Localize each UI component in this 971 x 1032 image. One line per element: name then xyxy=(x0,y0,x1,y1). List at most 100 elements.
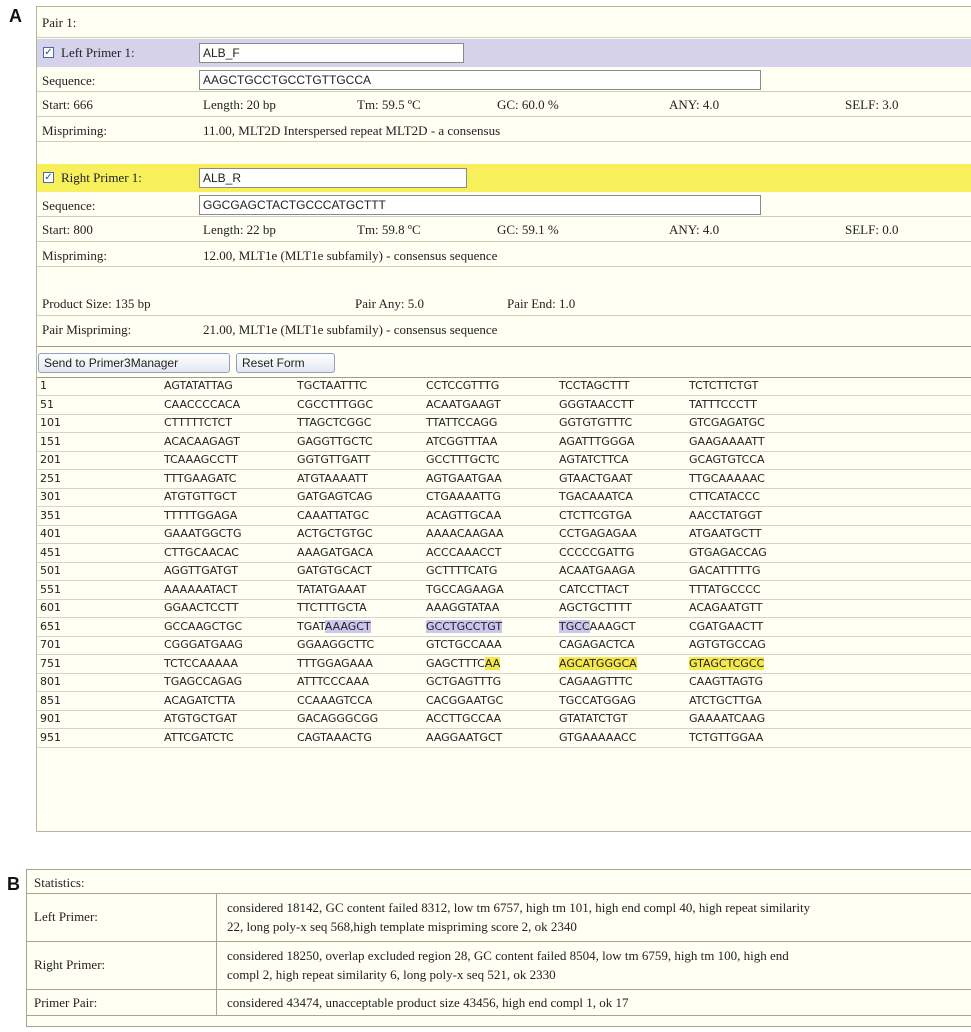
sequence-position: 651 xyxy=(40,619,61,633)
sequence-block: CAAGTTAGTG xyxy=(689,675,764,688)
right-gc: GC: 59.1 % xyxy=(497,222,559,237)
right-sequence-label: Sequence: xyxy=(42,198,96,213)
pair-title-row: Pair 1: xyxy=(37,7,971,38)
sequence-block: AGATTTGGGA xyxy=(559,434,635,448)
sequence-block: ACCCAAACCT xyxy=(426,545,502,559)
sequence-block: TTTGGAGAAA xyxy=(297,656,373,670)
sequence-block: GGAAGGCTTC xyxy=(297,638,375,651)
sequence-row: 651 GCCAAGCTGC TGATAAAGCT GCCTGCCTGT TGCCAAA… xyxy=(37,619,971,637)
sequence-block: GCCTTTGCTC xyxy=(426,453,500,466)
statistics-panel: Statistics: Left Primer: considered 1814… xyxy=(26,869,971,1027)
sequence-block: GGGTAACCTT xyxy=(559,397,634,411)
sequence-block: GAGGTTGCTC xyxy=(297,434,373,448)
sequence-block: GCTTTTCATG xyxy=(426,564,498,577)
product-row: Product Size: 135 bp Pair Any: 5.0 Pair … xyxy=(37,291,971,316)
left-primer-name-input[interactable]: ALB_F xyxy=(199,43,464,63)
right-sequence-input[interactable]: GGCGAGCTACTGCCCATGCTTT xyxy=(199,195,761,215)
sequence-block: AACCTATGGT xyxy=(689,508,763,522)
sequence-position: 201 xyxy=(40,453,61,466)
reset-form-button[interactable]: Reset Form xyxy=(236,353,335,373)
left-sequence-input[interactable]: AAGCTGCCTGCCTGTTGCCA xyxy=(199,70,761,90)
sequence-position: 1 xyxy=(40,379,47,392)
left-gc: GC: 60.0 % xyxy=(497,97,559,112)
left-length: Length: 20 bp xyxy=(203,97,276,112)
sequence-block: GTAGCTCGCC xyxy=(689,656,765,670)
right-mispriming-label: Mispriming: xyxy=(42,248,108,263)
sequence-block: AGTATCTTCA xyxy=(559,453,629,466)
sequence-block: ACAGATCTTA xyxy=(164,693,236,707)
right-stats-row: Start: 800 Length: 22 bp Tm: 59.8 ºC GC:… xyxy=(37,217,971,242)
sequence-block: CGATGAACTT xyxy=(689,619,764,633)
sequence-block: CCAAAGTCCA xyxy=(297,693,373,707)
sequence-block: GGAACTCCTT xyxy=(164,601,239,614)
sequence-row: 801 TGAGCCAGAG ATTTCCCAAA GCTGAGTTTG CAGAAGT… xyxy=(37,674,971,692)
sequence-row: 251 TTTGAAGATC ATGTAAAATT AGTGAATGAA GTAACTG… xyxy=(37,471,971,489)
sequence-block: CAGAGACTCA xyxy=(559,638,635,651)
sequence-block: CTTCATACCC xyxy=(689,490,760,503)
sequence-block: ATCTGCTTGA xyxy=(689,693,762,707)
sequence-row: 501 AGGTTGATGT GATGTGCACT GCTTTTCATG ACAATGA… xyxy=(37,563,971,581)
sequence-block: TATATGAAAT xyxy=(297,582,367,596)
pair-mispriming-row: Pair Mispriming: 21.00, MLT1e (MLT1e sub… xyxy=(37,316,971,347)
primer-pair-panel: Pair 1: ✓ Left Primer 1: ALB_F Sequence:… xyxy=(36,6,971,832)
sequence-block: TGCCAGAAGA xyxy=(426,582,504,596)
sequence-block: GTCTGCCAAA xyxy=(426,638,502,651)
stats-right-primer-line2: compl 2, high repeat similarity 6, long … xyxy=(227,967,556,982)
right-sequence-row: Sequence: GGCGAGCTACTGCCCATGCTTT xyxy=(37,192,971,217)
sequence-position: 551 xyxy=(40,582,61,596)
sequence-row: 101 CTTTTTCTCT TTAGCTCGGC TTATTCCAGG GGTGTGT… xyxy=(37,415,971,433)
sequence-block: TTTGAAGATC xyxy=(164,471,237,485)
right-primer-checkbox[interactable]: ✓ xyxy=(43,172,54,183)
sequence-block: ACTGCTGTGC xyxy=(297,527,373,540)
sequence-block: ACAATGAAGT xyxy=(426,397,501,411)
panel-label-b: B xyxy=(7,874,20,894)
sequence-block: CCTCCGTTTG xyxy=(426,379,500,392)
sequence-row: 1 AGTATATTAG TGCTAATTTC CCTCCGTTTG TCCTAGCTT… xyxy=(37,378,971,396)
sequence-position: 501 xyxy=(40,564,61,577)
stats-primer-pair-row: Primer Pair: considered 43474, unaccepta… xyxy=(27,990,971,1016)
sequence-block: TCTGTTGGAA xyxy=(689,730,764,744)
left-primer-header: ✓ Left Primer 1: ALB_F xyxy=(37,39,971,67)
send-to-primer3manager-button[interactable]: Send to Primer3Manager xyxy=(38,353,230,373)
sequence-block: GTGAAAAACC xyxy=(559,730,637,744)
sequence-block: TCAAAGCCTT xyxy=(164,453,238,466)
sequence-block: ATGTGTTGCT xyxy=(164,490,237,503)
right-primer-name-input[interactable]: ALB_R xyxy=(199,168,467,188)
sequence-position: 451 xyxy=(40,545,61,559)
sequence-row: 701 CGGGATGAAG GGAAGGCTTC GTCTGCCAAA CAGAGAC… xyxy=(37,637,971,655)
sequence-block: ACCTTGCCAA xyxy=(426,712,502,725)
sequence-block: CTCTTCGTGA xyxy=(559,508,632,522)
sequence-block: CAGAAGTTTC xyxy=(559,675,633,688)
sequence-block: CTGAAAATTG xyxy=(426,490,501,503)
sequence-block: TGAGCCAGAG xyxy=(164,675,243,688)
sequence-block: ATTTCCCAAA xyxy=(297,675,370,688)
sequence-block: AGTGAATGAA xyxy=(426,471,502,485)
sequence-row: 951 ATTCGATCTC CAGTAAACTG AAGGAATGCT GTGAAAA… xyxy=(37,730,971,748)
sequence-position: 351 xyxy=(40,508,61,522)
sequence-block: CAGTAAACTG xyxy=(297,730,372,744)
sequence-block: GCCTGCCTGT xyxy=(426,619,503,633)
sequence-block: GTAACTGAAT xyxy=(559,471,633,485)
sequence-table: 1 AGTATATTAG TGCTAATTTC CCTCCGTTTG TCCTAGCTT… xyxy=(37,377,971,748)
left-primer-checkbox[interactable]: ✓ xyxy=(43,47,54,58)
sequence-block: AAGGAATGCT xyxy=(426,730,503,744)
right-start: Start: 800 xyxy=(42,222,93,237)
sequence-block: ATGTGCTGAT xyxy=(164,712,238,725)
sequence-position: 601 xyxy=(40,601,61,614)
sequence-block: ATTCGATCTC xyxy=(164,730,234,744)
left-mispriming-value: 11.00, MLT2D Interspersed repeat MLT2D -… xyxy=(203,123,501,138)
sequence-block: GATGTGCACT xyxy=(297,564,372,577)
sequence-row: 751 TCTCCAAAAA TTTGGAGAAA GAGCTTTCAA AGCATGG… xyxy=(37,656,971,674)
right-any: ANY: 4.0 xyxy=(669,222,720,237)
left-tm: Tm: 59.5 ºC xyxy=(357,97,421,112)
sequence-block: GAGCTTTCAA xyxy=(426,656,501,670)
pair-title: Pair 1: xyxy=(42,15,77,30)
sequence-block: AGTATATTAG xyxy=(164,379,233,392)
panel-label-a: A xyxy=(9,6,22,26)
sequence-block: CCCCCGATTG xyxy=(559,545,635,559)
sequence-block: TTGCAAAAAC xyxy=(689,471,765,485)
sequence-block: CGCCTTTGGC xyxy=(297,397,374,411)
sequence-block: CAACCCCACA xyxy=(164,397,241,411)
stats-right-primer-line1: considered 18250, overlap excluded regio… xyxy=(227,948,789,963)
sequence-block: GGTGTTGATT xyxy=(297,453,371,466)
